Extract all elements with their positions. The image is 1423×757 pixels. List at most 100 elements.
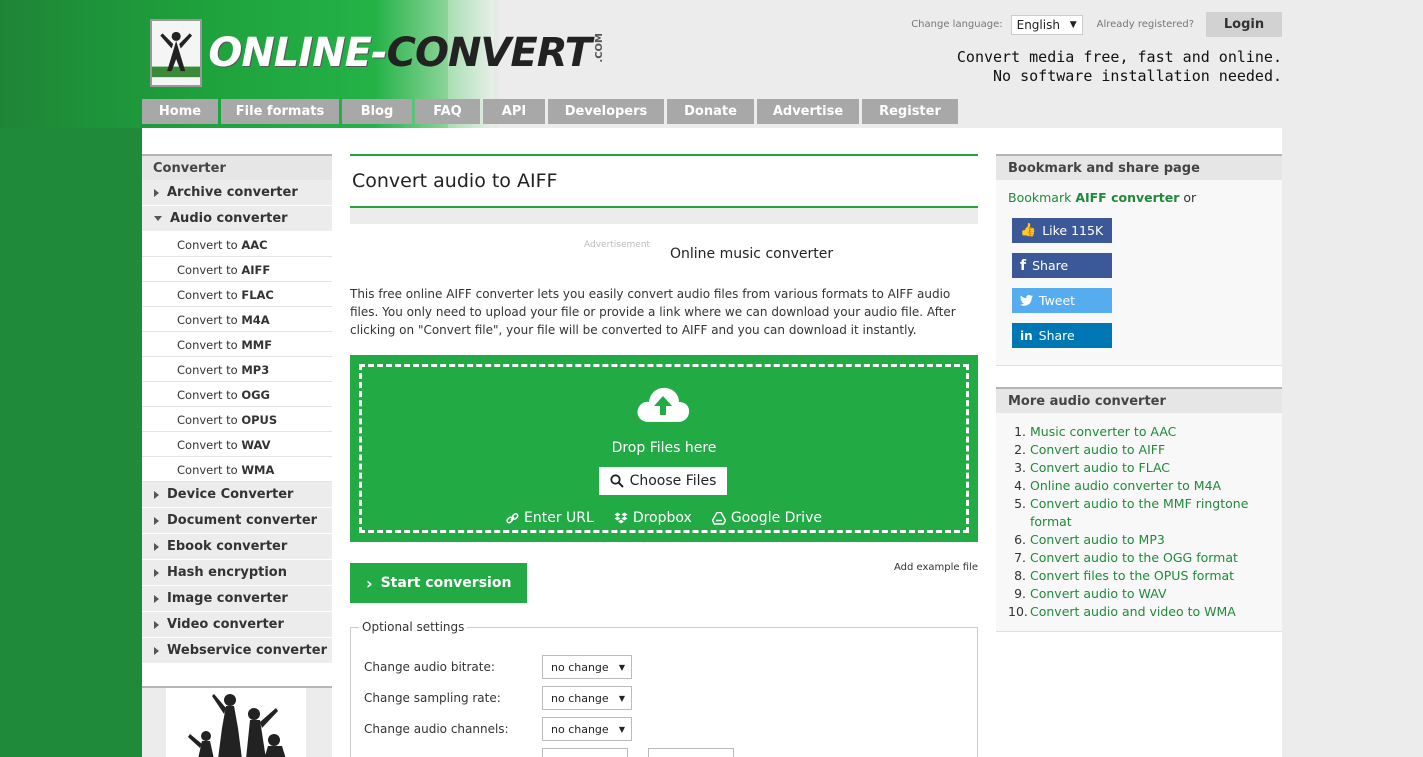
sidebar-sub-wma[interactable]: Convert to WMA	[142, 457, 332, 482]
nav-faq[interactable]: FAQ	[415, 99, 480, 124]
linkedin-share-button[interactable]: in Share	[1012, 323, 1112, 348]
triangle-right-icon	[154, 621, 159, 629]
list-item[interactable]: 3. Convert audio to FLAC	[1008, 459, 1282, 477]
bookmark-link[interactable]: AIFF converter	[1075, 190, 1179, 205]
sampling-select[interactable]: no change ▼	[542, 686, 632, 710]
sidebar-sub-aac[interactable]: Convert to AAC	[142, 232, 332, 257]
description: This free online AIFF converter lets you…	[350, 287, 956, 337]
triangle-right-icon	[154, 517, 159, 525]
sidebar-item-hash[interactable]: Hash encryption	[142, 560, 332, 586]
chevron-right-icon: ›	[366, 573, 373, 593]
sidebar-sub-wav[interactable]: Convert to WAV	[142, 432, 332, 457]
login-button[interactable]: Login	[1206, 12, 1282, 37]
sidebar-sub-m4a[interactable]: Convert to M4A	[142, 307, 332, 332]
dropbox-icon	[614, 512, 628, 523]
search-icon	[609, 474, 624, 488]
cloud-upload-icon	[637, 387, 690, 422]
caret-down-icon: ▼	[618, 693, 625, 703]
list-item[interactable]: 5. Convert audio to the MMF ringtone form…	[1008, 495, 1282, 531]
facebook-like-button[interactable]: 👍 Like 115K	[1012, 218, 1112, 243]
page: ONLINE-CONVERT .COM Change language: Eng…	[142, 0, 1282, 757]
sidebar-sub-opus[interactable]: Convert to OPUS	[142, 407, 332, 432]
optional-settings-legend: Optional settings	[359, 620, 468, 634]
list-item[interactable]: 4. Online audio converter to M4A	[1008, 477, 1282, 495]
more-audio-heading: More audio converter	[996, 387, 1282, 413]
nav-api[interactable]: API	[483, 99, 545, 124]
triangle-right-icon	[154, 491, 159, 499]
sidebar-sub-flac[interactable]: Convert to FLAC	[142, 282, 332, 307]
logo-figure-icon	[150, 19, 203, 87]
sampling-row: Change sampling rate: no change ▼	[364, 686, 632, 710]
more-audio-list: 1. Music converter to AAC 2. Convert audio…	[996, 413, 1282, 631]
twitter-tweet-button[interactable]: Tweet	[1012, 288, 1112, 313]
dropbox-link[interactable]: Dropbox	[614, 510, 692, 526]
language-select[interactable]: English ▼	[1010, 14, 1083, 35]
gray-strip	[350, 208, 978, 224]
nav-home[interactable]: Home	[142, 99, 218, 124]
facebook-share-button[interactable]: f Share	[1012, 253, 1112, 278]
file-drop-zone[interactable]: Drop Files here Choose Files Enter URL D…	[350, 355, 978, 542]
thumbs-up-icon: 👍	[1020, 223, 1037, 238]
dancing-people-icon	[166, 688, 306, 757]
sidebar-item-document[interactable]: Document converter	[142, 508, 332, 534]
list-item[interactable]: 6. Convert audio to MP3	[1008, 531, 1282, 549]
right-sidebar: Bookmark and share page Bookmark AIFF co…	[996, 154, 1282, 632]
change-language-label: Change language:	[911, 19, 1003, 30]
sidebar-sub-ogg[interactable]: Convert to OGG	[142, 382, 332, 407]
bookmark-panel: Bookmark and share page Bookmark AIFF co…	[996, 154, 1282, 366]
bitrate-row: Change audio bitrate: no change ▼	[364, 655, 632, 679]
upload-sources: Enter URL Dropbox Google Drive	[362, 510, 966, 526]
language-login-area: Change language: English ▼ Already regis…	[911, 12, 1282, 37]
list-item[interactable]: 9. Convert audio to WAV	[1008, 585, 1282, 603]
list-item[interactable]: 8. Convert files to the OPUS format	[1008, 567, 1282, 585]
sidebar-sub-mp3[interactable]: Convert to MP3	[142, 357, 332, 382]
already-registered-label: Already registered?	[1096, 19, 1194, 30]
bitrate-select[interactable]: no change ▼	[542, 655, 632, 679]
more-audio-panel: More audio converter 1. Music converter t…	[996, 387, 1282, 632]
sidebar-item-video[interactable]: Video converter	[142, 612, 332, 638]
nav-blog[interactable]: Blog	[342, 99, 412, 124]
start-conversion-button[interactable]: › Start conversion	[350, 563, 527, 603]
bitrate-label: Change audio bitrate:	[364, 660, 495, 674]
list-item[interactable]: 7. Convert audio to the OGG format	[1008, 549, 1282, 567]
trim-end-input[interactable]	[648, 748, 734, 757]
add-example-file-link[interactable]: Add example file	[894, 562, 978, 573]
trim-start-input[interactable]	[542, 748, 628, 757]
list-item[interactable]: 1. Music converter to AAC	[1008, 423, 1282, 441]
triangle-right-icon	[154, 189, 159, 197]
nav-register[interactable]: Register	[862, 99, 958, 124]
drop-files-text: Drop Files here	[611, 440, 717, 456]
content-area: Converter Archive converter Audio conver…	[142, 128, 1282, 757]
sidebar-item-webservice[interactable]: Webservice converter	[142, 638, 332, 664]
page-title: Convert audio to AIFF	[350, 154, 978, 208]
nav-advertise[interactable]: Advertise	[757, 99, 859, 124]
choose-files-button[interactable]: Choose Files	[599, 467, 727, 495]
sampling-label: Change sampling rate:	[364, 691, 501, 705]
main-column: Convert audio to AIFF Advertisement Onli…	[350, 154, 978, 757]
sidebar-item-archive[interactable]: Archive converter	[142, 180, 332, 206]
channels-select[interactable]: no change ▼	[542, 717, 632, 741]
list-item[interactable]: 10. Convert audio and video to WMA	[1008, 603, 1282, 621]
google-drive-link[interactable]: Google Drive	[711, 510, 822, 526]
sidebar-sub-aiff[interactable]: Convert to AIFF	[142, 257, 332, 282]
triangle-right-icon	[154, 569, 159, 577]
language-value: English	[1016, 17, 1060, 32]
sidebar-illustration	[142, 686, 332, 757]
nav-developers[interactable]: Developers	[548, 99, 664, 124]
list-item[interactable]: 2. Convert audio to AIFF	[1008, 441, 1282, 459]
enter-url-link[interactable]: Enter URL	[506, 510, 594, 526]
advertisement-label: Advertisement	[584, 240, 651, 250]
triangle-right-icon	[154, 647, 159, 655]
drop-zone-border: Drop Files here Choose Files Enter URL D…	[359, 364, 969, 533]
logo-wordmark: ONLINE-CONVERT	[208, 30, 592, 76]
sidebar-item-device[interactable]: Device Converter	[142, 482, 332, 508]
site-logo[interactable]: ONLINE-CONVERT .COM	[150, 18, 605, 88]
nav-file-formats[interactable]: File formats	[221, 99, 339, 124]
sidebar-sub-mmf[interactable]: Convert to MMF	[142, 332, 332, 357]
sidebar-item-audio[interactable]: Audio converter	[142, 206, 332, 232]
google-drive-icon	[711, 511, 726, 525]
sidebar-item-image[interactable]: Image converter	[142, 586, 332, 612]
facebook-icon: f	[1020, 257, 1027, 274]
nav-donate[interactable]: Donate	[667, 99, 754, 124]
sidebar-item-ebook[interactable]: Ebook converter	[142, 534, 332, 560]
